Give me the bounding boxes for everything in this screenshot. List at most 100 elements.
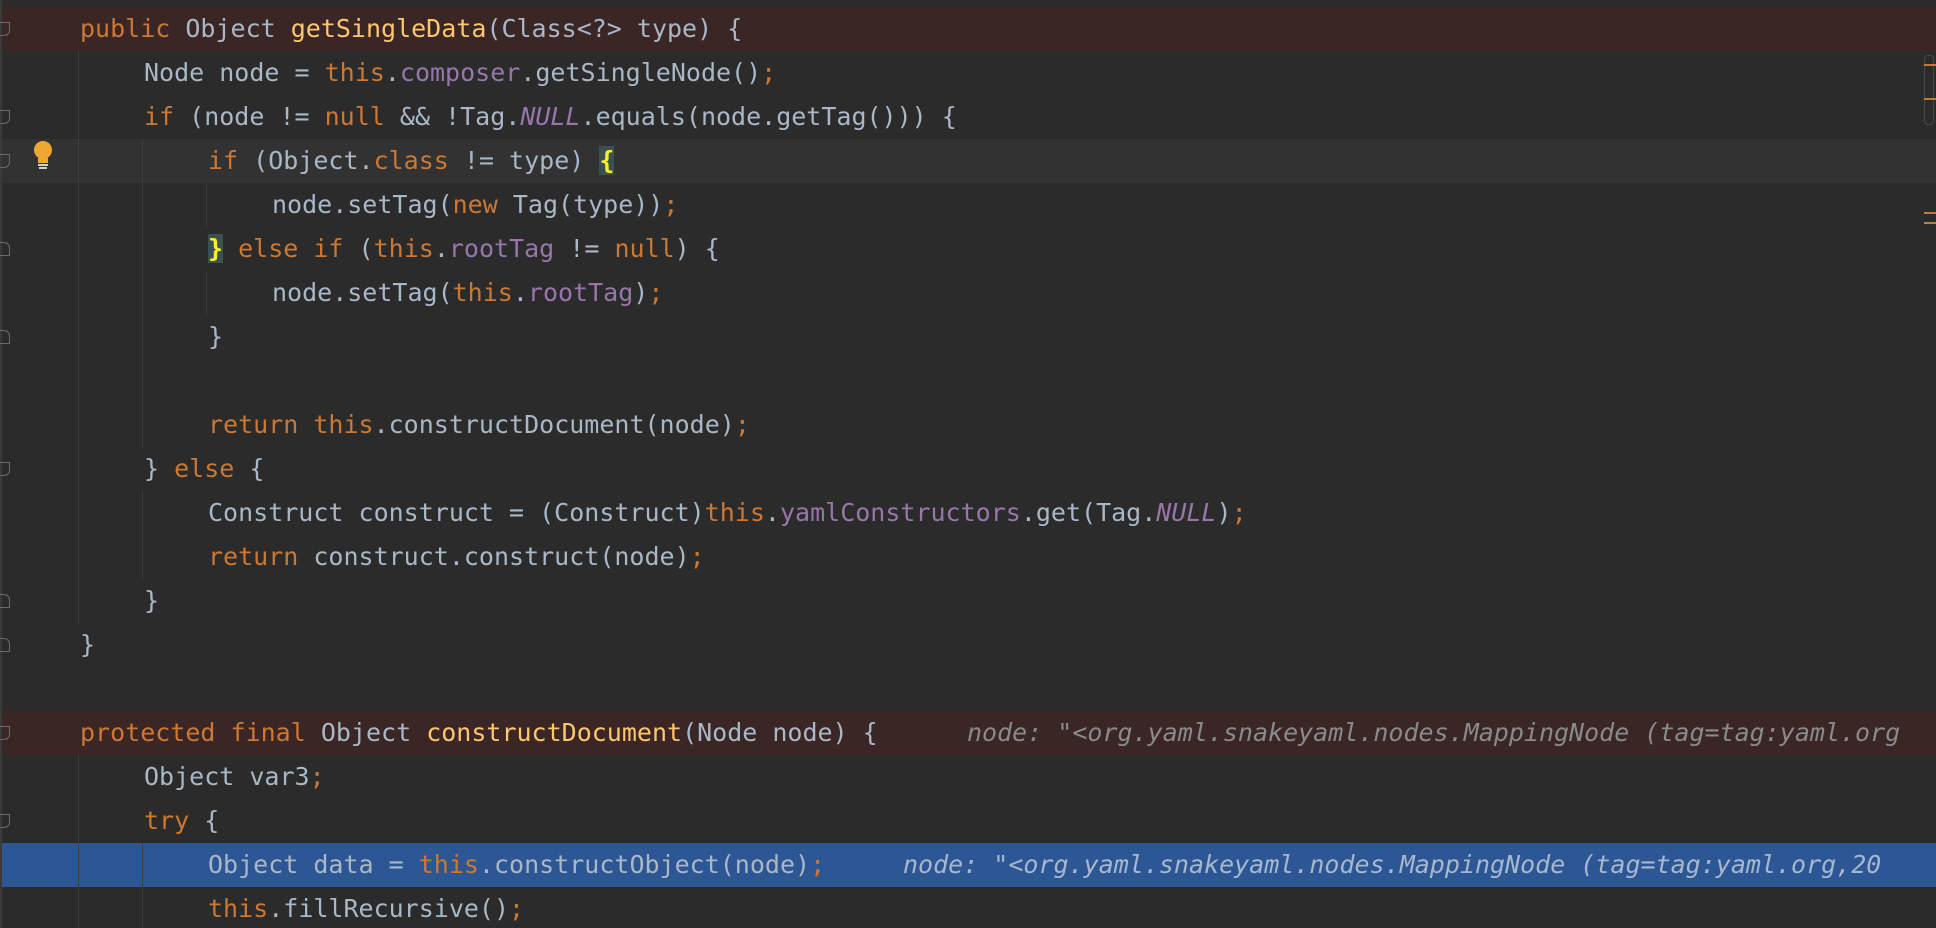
token: if: [208, 146, 254, 175]
fold-marker-icon[interactable]: [0, 462, 10, 476]
token: construct.construct(node): [313, 542, 690, 571]
token: constructDocument: [426, 718, 683, 747]
indent-guide: [142, 843, 143, 928]
token: {: [204, 806, 220, 835]
token: else if: [223, 234, 359, 263]
token: else: [174, 454, 250, 483]
code-line-14[interactable]: }: [0, 579, 1936, 623]
token: != type): [463, 146, 600, 175]
fold-marker-icon[interactable]: [0, 22, 10, 36]
token: .: [512, 278, 528, 307]
token: }: [144, 586, 160, 615]
token: .: [384, 58, 400, 87]
token: ) {: [674, 234, 720, 263]
token: ;: [689, 542, 705, 571]
code-line-10[interactable]: return this.constructDocument(node);: [0, 403, 1936, 447]
code-line-21[interactable]: this.fillRecursive();: [0, 887, 1936, 928]
token: if: [144, 102, 190, 131]
token: && !Tag.: [399, 102, 521, 131]
token: .constructDocument(node): [373, 410, 735, 439]
token: null: [324, 102, 400, 131]
fold-marker-icon[interactable]: [0, 594, 10, 608]
token: Tag(type)): [512, 190, 664, 219]
token: yamlConstructors: [779, 498, 1021, 527]
token: getSingleData: [290, 14, 487, 43]
token: .getSingleNode(): [520, 58, 762, 87]
inline-debug-hint: node: "<org.yaml.snakeyaml.nodes.Mapping…: [903, 850, 1882, 879]
fold-marker-icon[interactable]: [0, 154, 10, 168]
token: return: [208, 410, 314, 439]
token: (Node node) {: [682, 718, 878, 747]
fold-marker-icon[interactable]: [0, 330, 10, 344]
matched-brace: {: [599, 146, 615, 175]
code-line-1[interactable]: public Object getSingleData(Class<?> typ…: [0, 7, 1936, 51]
code-line-15[interactable]: }: [0, 623, 1936, 667]
stripe-mark[interactable]: [1924, 222, 1936, 224]
code-line-17[interactable]: protected final Object constructDocument…: [0, 711, 1936, 755]
indent-guide: [142, 139, 143, 447]
token: Construct construct = (Construct): [208, 498, 705, 527]
fold-marker-icon[interactable]: [0, 814, 10, 828]
indent-guide: [206, 271, 207, 315]
token: ): [1216, 498, 1232, 527]
token: this: [704, 498, 765, 527]
token: protected: [80, 718, 231, 747]
code-line-11[interactable]: } else {: [0, 447, 1936, 491]
token: Object data =: [208, 850, 419, 879]
token: .equals(node.getTag())) {: [580, 102, 957, 131]
token: class: [373, 146, 464, 175]
error-stripe[interactable]: [1918, 0, 1936, 928]
code-line-19[interactable]: try {: [0, 799, 1936, 843]
token: .fillRecursive(): [268, 894, 510, 923]
token: return: [208, 542, 314, 571]
token: null: [614, 234, 675, 263]
code-editor[interactable]: public Object getSingleData(Class<?> typ…: [0, 0, 1936, 928]
token: rootTag: [448, 234, 555, 263]
stripe-mark[interactable]: [1924, 98, 1936, 100]
token: ;: [309, 762, 325, 791]
inline-debug-hint: node: "<org.yaml.snakeyaml.nodes.Mapping…: [967, 718, 1901, 747]
code-line-13[interactable]: return construct.construct(node);: [0, 535, 1936, 579]
stripe-mark[interactable]: [1924, 64, 1936, 66]
code-line-7[interactable]: node.setTag(this.rootTag);: [0, 271, 1936, 315]
code-line-18[interactable]: Object var3;: [0, 755, 1936, 799]
fold-marker-icon[interactable]: [0, 638, 10, 652]
token: this: [373, 234, 434, 263]
code-line-8[interactable]: }: [0, 315, 1936, 359]
token: !=: [554, 234, 615, 263]
code-line-2[interactable]: Node node = this.composer.getSingleNode(…: [0, 51, 1936, 95]
code-line-3[interactable]: if (node != null && !Tag.NULL.equals(nod…: [0, 95, 1936, 139]
stripe-mark[interactable]: [1924, 212, 1936, 214]
fold-marker-icon[interactable]: [0, 726, 10, 740]
token: rootTag: [527, 278, 634, 307]
token: (Class<?> type) {: [486, 14, 743, 43]
fold-marker-icon[interactable]: [0, 110, 10, 124]
matched-brace: }: [208, 234, 224, 263]
token: (Object.: [253, 146, 374, 175]
token: ): [633, 278, 649, 307]
editor-gutter[interactable]: [0, 0, 76, 928]
lightbulb-icon[interactable]: [32, 140, 54, 170]
token: NULL: [520, 102, 581, 131]
code-line-5[interactable]: node.setTag(new Tag(type));: [0, 183, 1936, 227]
token: Object: [185, 14, 291, 43]
code-line-6[interactable]: } else if (this.rootTag != null) {: [0, 227, 1936, 271]
token: Object: [320, 718, 427, 747]
token: node.setTag(: [272, 278, 453, 307]
code-line-4[interactable]: if (Object.class != type) {: [0, 139, 1936, 183]
token: final: [230, 718, 321, 747]
token: Node node =: [144, 58, 325, 87]
code-line-12[interactable]: Construct construct = (Construct)this.ya…: [0, 491, 1936, 535]
fold-marker-icon[interactable]: [0, 242, 10, 256]
token: this: [324, 58, 385, 87]
code-line-20-execution-point[interactable]: Object data = this.constructObject(node)…: [0, 843, 1936, 887]
token: .get(Tag.: [1020, 498, 1157, 527]
token: {: [249, 454, 265, 483]
token: ;: [734, 410, 750, 439]
indent-guide: [78, 51, 79, 623]
token: NULL: [1156, 498, 1217, 527]
token: ;: [663, 190, 679, 219]
token: (: [358, 234, 374, 263]
token: this: [208, 894, 269, 923]
token: (node !=: [189, 102, 325, 131]
